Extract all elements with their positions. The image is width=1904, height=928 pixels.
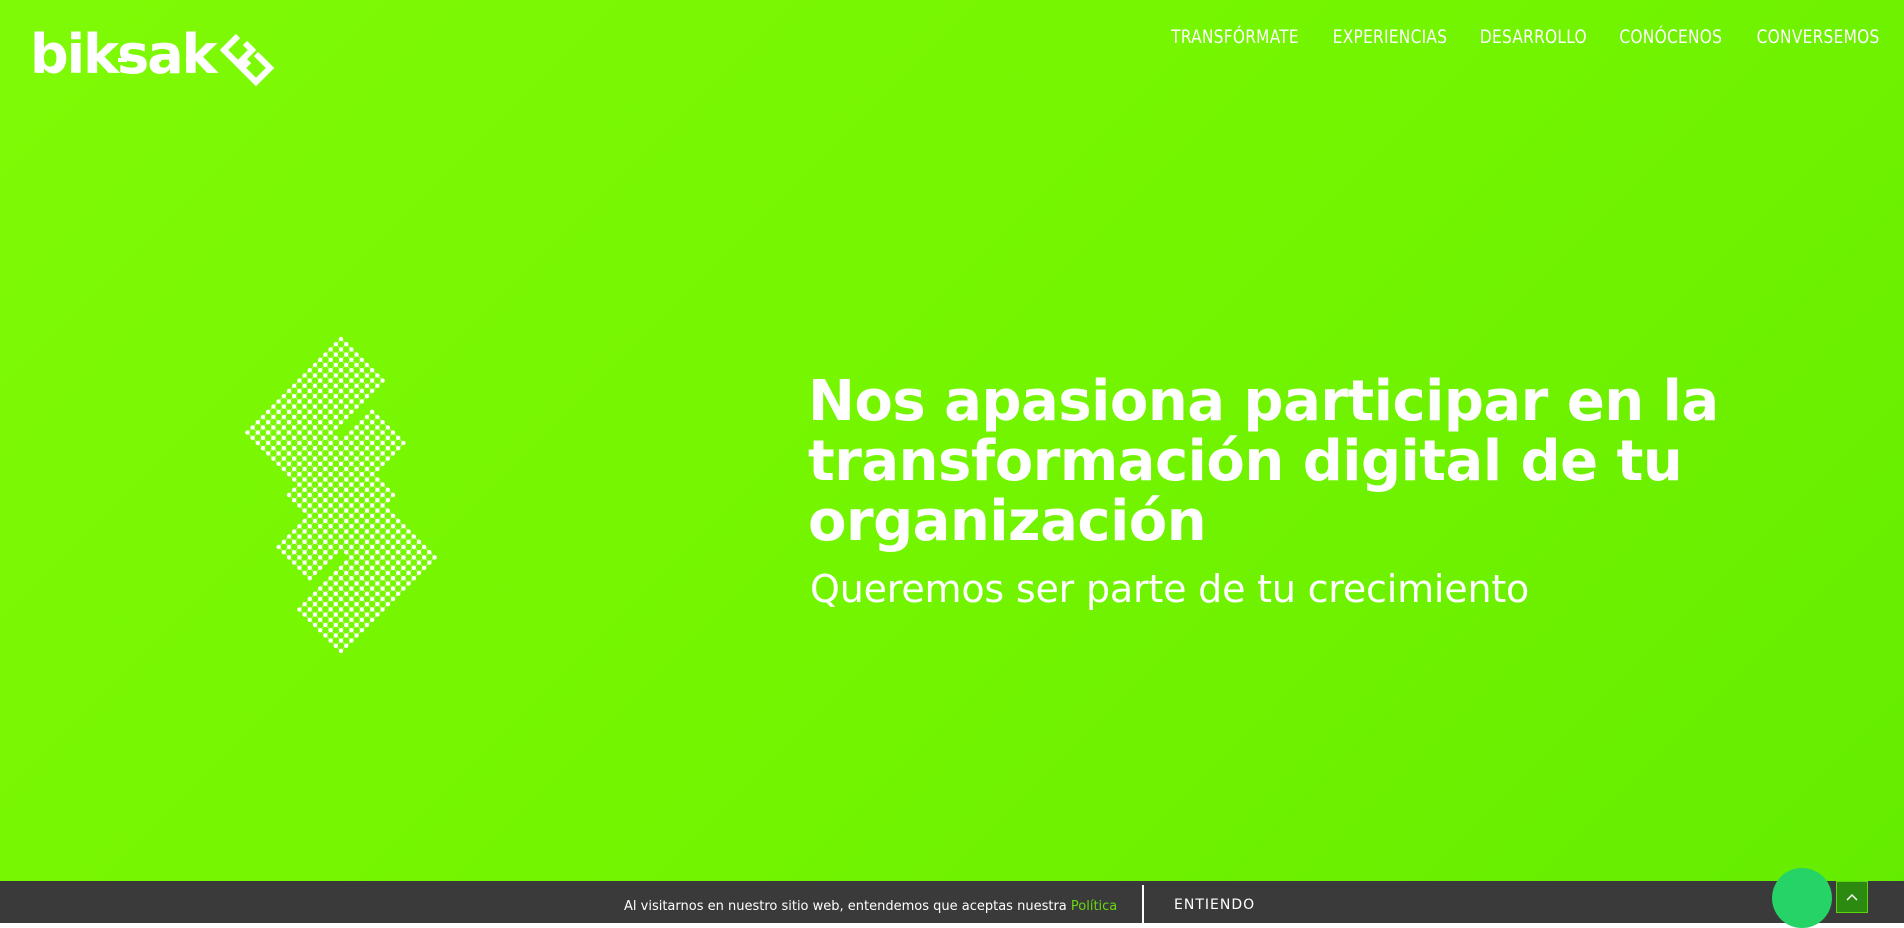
scroll-top-button[interactable] [1836, 881, 1868, 913]
logo-wordmark: biksak [30, 23, 218, 86]
chevron-up-icon [1846, 893, 1858, 901]
nav-item-conocenos[interactable]: CONÓCENOS [1620, 26, 1723, 48]
cookie-accept-button[interactable]: ENTIENDO [1174, 897, 1255, 913]
cookie-message-text: Al visitarnos en nuestro sitio web, ente… [624, 899, 1067, 914]
whatsapp-chat-icon[interactable] [1772, 868, 1832, 928]
nav-item-experiencias[interactable]: EXPERIENCIAS [1333, 26, 1448, 48]
hero-section: biksak TRANSFÓRMATE EXPERIENCIAS DESARRO… [0, 0, 1904, 923]
logo-diamond-icon [219, 33, 274, 87]
cookie-bar: Al visitarnos en nuestro sitio web, ente… [0, 881, 1904, 923]
hero-subtitle: Queremos ser parte de tu crecimiento [810, 567, 1530, 611]
cookie-divider [1142, 885, 1144, 923]
nav-item-desarrollo[interactable]: DESARROLLO [1480, 26, 1587, 48]
hero-title: Nos apasiona participar en la transforma… [808, 369, 1719, 554]
nav-item-conversemos[interactable]: CONVERSEMOS [1757, 26, 1880, 48]
cookie-message: Al visitarnos en nuestro sitio web, ente… [624, 899, 1117, 914]
logo-dots [118, 58, 195, 62]
main-nav: TRANSFÓRMATE EXPERIENCIAS DESARROLLO CON… [1157, 26, 1880, 48]
dotted-diamond-icon [245, 336, 437, 654]
cookie-policy-link[interactable]: Política [1071, 899, 1117, 914]
nav-item-transformate[interactable]: TRANSFÓRMATE [1171, 26, 1299, 48]
